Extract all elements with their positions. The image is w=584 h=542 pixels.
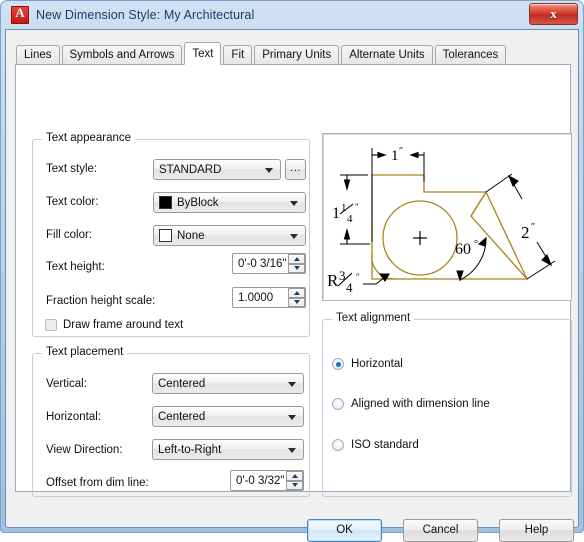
text-height-spin-buttons[interactable] bbox=[288, 254, 305, 273]
radio-horizontal-label: Horizontal bbox=[351, 358, 403, 370]
ok-button[interactable]: OK bbox=[307, 519, 382, 542]
vertical-value: Centered bbox=[158, 377, 206, 390]
group-text-placement-legend: Text placement bbox=[42, 346, 128, 358]
fill-color-combo[interactable]: None bbox=[153, 225, 306, 246]
radio-iso-standard[interactable]: ISO standard bbox=[332, 439, 419, 451]
checkbox-box-icon bbox=[45, 319, 57, 331]
fill-color-swatch bbox=[159, 229, 172, 242]
tab-lines[interactable]: Lines bbox=[16, 45, 60, 64]
radio-aligned-with-dimension-line[interactable]: Aligned with dimension line bbox=[332, 398, 490, 410]
tab-alternate-units[interactable]: Alternate Units bbox=[341, 45, 433, 64]
dialog-window: New Dimension Style: My Architectural x … bbox=[0, 0, 584, 542]
text-style-browse-button[interactable]: ... bbox=[285, 159, 306, 180]
chevron-down-icon bbox=[288, 381, 296, 387]
tab-primary-units[interactable]: Primary Units bbox=[254, 45, 340, 64]
offset-from-dim-line-value: 0'-0 3/32" bbox=[236, 474, 285, 487]
vertical-combo[interactable]: Centered bbox=[152, 373, 304, 394]
spin-down-icon[interactable] bbox=[288, 263, 305, 273]
label-text-style: Text style: bbox=[46, 163, 98, 175]
dimension-style-preview: 1 ″ 1 1 4 ″ R 3 4 ″ 60 ° 2 ″ bbox=[322, 133, 572, 301]
spin-down-icon[interactable] bbox=[286, 480, 303, 490]
cancel-button[interactable]: Cancel bbox=[403, 519, 478, 542]
horizontal-value: Centered bbox=[158, 410, 206, 423]
text-style-combo[interactable]: STANDARD bbox=[153, 159, 281, 180]
svg-text:″: ″ bbox=[399, 146, 403, 157]
fill-color-value: None bbox=[177, 229, 205, 242]
draw-frame-around-text-checkbox[interactable]: Draw frame around text bbox=[45, 319, 183, 331]
text-color-swatch bbox=[159, 196, 172, 209]
label-text-color: Text color: bbox=[46, 196, 99, 208]
svg-text:2: 2 bbox=[521, 223, 530, 242]
autocad-a-icon bbox=[11, 5, 29, 24]
tab-symbols-and-arrows[interactable]: Symbols and Arrows bbox=[61, 45, 183, 64]
tab-text[interactable]: Text bbox=[184, 42, 222, 65]
chevron-down-icon bbox=[288, 414, 296, 420]
window-title: New Dimension Style: My Architectural bbox=[36, 8, 255, 22]
label-offset-from-dim-line: Offset from dim line: bbox=[46, 477, 149, 489]
tab-page-text: Text appearance Text style: STANDARD ...… bbox=[15, 64, 572, 497]
label-text-height: Text height: bbox=[46, 261, 105, 273]
label-fraction-height-scale: Fraction height scale: bbox=[46, 295, 156, 307]
svg-text:R: R bbox=[327, 271, 339, 290]
title-bar: New Dimension Style: My Architectural x bbox=[1, 1, 584, 29]
fraction-height-scale-stepper[interactable]: 1.0000 bbox=[232, 287, 306, 308]
help-button[interactable]: Help bbox=[499, 519, 574, 542]
svg-text:60: 60 bbox=[455, 241, 471, 258]
svg-text:1: 1 bbox=[332, 205, 340, 222]
horizontal-combo[interactable]: Centered bbox=[152, 406, 304, 427]
dialog-body: Lines Symbols and Arrows Text Fit Primar… bbox=[5, 29, 579, 542]
offset-spin-buttons[interactable] bbox=[286, 471, 303, 490]
svg-text:°: ° bbox=[474, 239, 478, 250]
chevron-down-icon bbox=[265, 167, 273, 173]
chevron-down-icon bbox=[290, 200, 298, 206]
spin-up-icon[interactable] bbox=[288, 288, 305, 298]
chevron-down-icon bbox=[290, 233, 298, 239]
close-icon: x bbox=[550, 6, 557, 21]
chevron-down-icon bbox=[288, 447, 296, 453]
radio-horizontal[interactable]: Horizontal bbox=[332, 358, 403, 370]
view-direction-combo[interactable]: Left-to-Right bbox=[152, 439, 304, 460]
svg-text:″: ″ bbox=[356, 272, 360, 282]
svg-text:4: 4 bbox=[347, 213, 353, 225]
label-horizontal: Horizontal: bbox=[46, 411, 101, 423]
radio-button-icon bbox=[332, 439, 344, 451]
fraction-height-spin-buttons[interactable] bbox=[288, 288, 305, 307]
label-fill-color: Fill color: bbox=[46, 229, 93, 241]
spin-down-icon[interactable] bbox=[288, 297, 305, 307]
text-height-stepper[interactable]: 0'-0 3/16" bbox=[232, 253, 306, 274]
view-direction-value: Left-to-Right bbox=[158, 443, 222, 456]
radio-iso-standard-label: ISO standard bbox=[351, 439, 419, 451]
group-text-alignment-legend: Text alignment bbox=[332, 312, 415, 324]
svg-text:4: 4 bbox=[346, 280, 353, 295]
text-style-value: STANDARD bbox=[159, 163, 222, 176]
draw-frame-around-text-label: Draw frame around text bbox=[63, 319, 184, 331]
radio-button-icon bbox=[332, 398, 344, 410]
svg-text:″: ″ bbox=[355, 202, 359, 212]
label-view-direction: View Direction: bbox=[46, 444, 123, 456]
radio-button-icon bbox=[332, 358, 344, 370]
text-height-value: 0'-0 3/16" bbox=[238, 257, 287, 270]
close-button[interactable]: x bbox=[529, 3, 578, 25]
fraction-height-scale-value: 1.0000 bbox=[238, 291, 274, 304]
spin-up-icon[interactable] bbox=[288, 254, 305, 264]
offset-from-dim-line-stepper[interactable]: 0'-0 3/32" bbox=[230, 470, 304, 491]
svg-text:3: 3 bbox=[339, 268, 346, 283]
tab-fit[interactable]: Fit bbox=[223, 45, 253, 64]
svg-text:1: 1 bbox=[391, 148, 399, 164]
tab-tolerances[interactable]: Tolerances bbox=[434, 45, 507, 64]
tab-strip: Lines Symbols and Arrows Text Fit Primar… bbox=[16, 42, 508, 65]
spin-up-icon[interactable] bbox=[286, 471, 303, 481]
group-text-appearance-legend: Text appearance bbox=[42, 132, 136, 144]
text-color-combo[interactable]: ByBlock bbox=[153, 192, 306, 213]
text-color-value: ByBlock bbox=[177, 196, 219, 209]
preview-geometry bbox=[371, 174, 529, 280]
svg-text:″: ″ bbox=[531, 222, 535, 233]
label-vertical: Vertical: bbox=[46, 378, 87, 390]
radio-aligned-label: Aligned with dimension line bbox=[351, 398, 490, 410]
